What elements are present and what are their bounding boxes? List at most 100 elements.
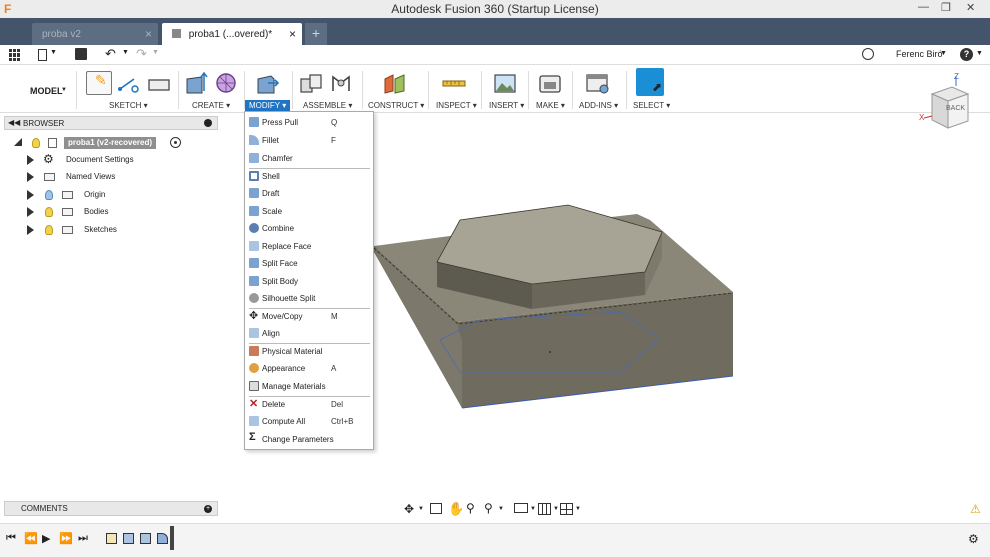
zoom-window-icon[interactable]: ⚲ xyxy=(466,501,475,515)
3d-model-viewport[interactable] xyxy=(374,200,736,412)
ribbon-group-sketch[interactable]: SKETCH ▾ xyxy=(109,101,148,110)
chevron-down-icon[interactable]: ▼ xyxy=(530,506,536,512)
look-at-icon[interactable] xyxy=(430,503,442,514)
press-pull-icon[interactable] xyxy=(254,71,280,95)
viewports-icon[interactable] xyxy=(560,503,573,515)
chevron-down-icon[interactable]: ▼ xyxy=(940,50,947,57)
menu-item-press-pull[interactable]: Press Pull Q xyxy=(245,114,373,131)
job-status-icon[interactable] xyxy=(862,48,874,60)
orbit-icon[interactable]: ✥ xyxy=(404,502,414,516)
insert-image-icon[interactable] xyxy=(492,71,518,95)
expand-triangle-icon[interactable] xyxy=(27,207,34,217)
timeline-fillet-feature-icon[interactable] xyxy=(157,533,168,544)
3d-print-icon[interactable] xyxy=(537,71,563,95)
close-tab-icon[interactable]: × xyxy=(289,27,296,41)
ribbon-group-construct[interactable]: CONSTRUCT ▾ xyxy=(368,101,424,110)
collapse-arrows-icon[interactable]: ◀◀ xyxy=(8,118,20,127)
measure-icon[interactable] xyxy=(441,71,467,95)
chevron-down-icon[interactable]: ▼ xyxy=(553,506,559,512)
chevron-down-icon[interactable]: ▼ xyxy=(122,49,129,56)
go-to-start-icon[interactable]: ⏮ xyxy=(6,532,16,545)
menu-item-fillet[interactable]: Fillet F xyxy=(245,132,373,149)
minimize-panel-icon[interactable] xyxy=(204,119,212,127)
chevron-down-icon[interactable]: ▼ xyxy=(575,506,581,512)
browser-item-named-views[interactable]: Named Views xyxy=(27,170,217,186)
close-tab-icon[interactable]: × xyxy=(145,27,152,41)
browser-item-sketches[interactable]: Sketches xyxy=(27,223,217,239)
pan-hand-icon[interactable]: ✋ xyxy=(448,501,464,517)
zoom-icon[interactable]: ⚲ xyxy=(484,501,493,515)
timeline-settings-gear-icon[interactable]: ⚙ xyxy=(968,532,979,546)
menu-item-shell[interactable]: Shell xyxy=(245,168,373,185)
ribbon-group-modify[interactable]: MODIFY ▾ xyxy=(245,100,291,111)
expand-triangle-icon[interactable] xyxy=(27,155,34,165)
save-icon[interactable] xyxy=(75,48,87,60)
browser-item-document-settings[interactable]: ⚙ Document Settings xyxy=(27,152,217,169)
data-panel-grid-icon[interactable] xyxy=(9,49,21,61)
tab-proba1[interactable]: proba1 (...overed)* × xyxy=(162,23,302,45)
timeline-marker[interactable] xyxy=(170,526,174,550)
expand-triangle-icon[interactable] xyxy=(27,172,34,182)
add-comment-icon[interactable]: + xyxy=(204,505,212,513)
create-sketch-icon[interactable]: ✎ xyxy=(86,71,112,95)
menu-item-replace-face[interactable]: Replace Face xyxy=(245,238,373,255)
go-to-end-icon[interactable]: ⏭ xyxy=(78,532,88,545)
chevron-down-icon[interactable]: ▼ xyxy=(152,49,159,56)
chevron-down-icon[interactable]: ▼ xyxy=(498,506,504,512)
visibility-bulb-icon[interactable] xyxy=(45,207,53,217)
ribbon-group-inspect[interactable]: INSPECT ▾ xyxy=(436,101,477,110)
chevron-down-icon[interactable]: ▼ xyxy=(50,49,57,56)
new-tab-icon[interactable]: + xyxy=(305,23,327,45)
chevron-down-icon[interactable]: ▼ xyxy=(418,506,424,512)
root-label[interactable]: proba1 (v2-recovered) xyxy=(64,137,157,149)
new-component-icon[interactable] xyxy=(298,71,324,95)
line-tool-icon[interactable] xyxy=(116,71,142,95)
display-settings-icon[interactable] xyxy=(514,503,528,513)
timeline-sketch-feature-icon[interactable] xyxy=(106,533,117,544)
menu-item-manage-materials[interactable]: Manage Materials xyxy=(245,378,373,395)
play-icon[interactable]: ▶ xyxy=(42,532,50,545)
visibility-bulb-icon[interactable] xyxy=(32,138,40,148)
menu-item-silhouette-split[interactable]: Silhouette Split xyxy=(245,290,373,307)
user-name[interactable]: Ferenc Biró xyxy=(896,49,943,59)
tab-proba-v2[interactable]: proba v2 × xyxy=(32,23,158,45)
menu-item-physical-material[interactable]: Physical Material xyxy=(245,343,373,360)
menu-item-combine[interactable]: Combine xyxy=(245,220,373,237)
menu-item-chamfer[interactable]: Chamfer xyxy=(245,150,373,167)
expand-triangle-icon[interactable] xyxy=(27,190,34,200)
undo-icon[interactable]: ↶ xyxy=(105,46,116,62)
ribbon-group-create[interactable]: CREATE ▾ xyxy=(192,101,230,110)
menu-item-scale[interactable]: Scale xyxy=(245,203,373,220)
extrude-icon[interactable] xyxy=(184,71,210,95)
comments-panel-header[interactable]: COMMENTS + xyxy=(4,501,218,516)
step-forward-icon[interactable]: ⏩ xyxy=(59,532,73,545)
visibility-bulb-icon[interactable] xyxy=(45,190,53,200)
browser-panel-header[interactable]: ◀◀ BROWSER xyxy=(4,116,218,130)
timeline-extrude-feature-icon[interactable] xyxy=(140,533,151,544)
restore-icon[interactable]: ❐ xyxy=(941,1,951,14)
ribbon-group-assemble[interactable]: ASSEMBLE ▾ xyxy=(303,101,352,110)
menu-item-split-body[interactable]: Split Body xyxy=(245,273,373,290)
expand-triangle-icon[interactable] xyxy=(27,225,34,235)
menu-item-draft[interactable]: Draft xyxy=(245,185,373,202)
file-icon[interactable] xyxy=(38,49,47,61)
ribbon-group-select[interactable]: SELECT ▾ xyxy=(633,101,670,110)
visibility-bulb-icon[interactable] xyxy=(45,225,53,235)
workspace-switcher[interactable]: MODEL ▼ xyxy=(4,71,72,109)
menu-item-compute-all[interactable]: Compute All Ctrl+B xyxy=(245,413,373,430)
menu-item-appearance[interactable]: Appearance A xyxy=(245,360,373,377)
ribbon-group-addins[interactable]: ADD-INS ▾ xyxy=(579,101,618,110)
joint-icon[interactable] xyxy=(328,71,354,95)
ribbon-group-insert[interactable]: INSERT ▾ xyxy=(489,101,524,110)
close-window-icon[interactable]: ✕ xyxy=(966,1,975,14)
warning-icon[interactable]: ⚠ xyxy=(970,502,981,516)
redo-icon[interactable]: ↷ xyxy=(136,46,147,62)
chevron-down-icon[interactable]: ▼ xyxy=(976,50,983,57)
browser-item-bodies[interactable]: Bodies xyxy=(27,205,217,221)
menu-item-split-face[interactable]: Split Face xyxy=(245,255,373,272)
form-sculpt-icon[interactable] xyxy=(214,71,240,95)
viewcube[interactable]: BACK Z X xyxy=(918,72,978,132)
step-back-icon[interactable]: ⏪ xyxy=(24,532,38,545)
ribbon-group-make[interactable]: MAKE ▾ xyxy=(536,101,565,110)
offset-plane-icon[interactable] xyxy=(382,71,408,95)
